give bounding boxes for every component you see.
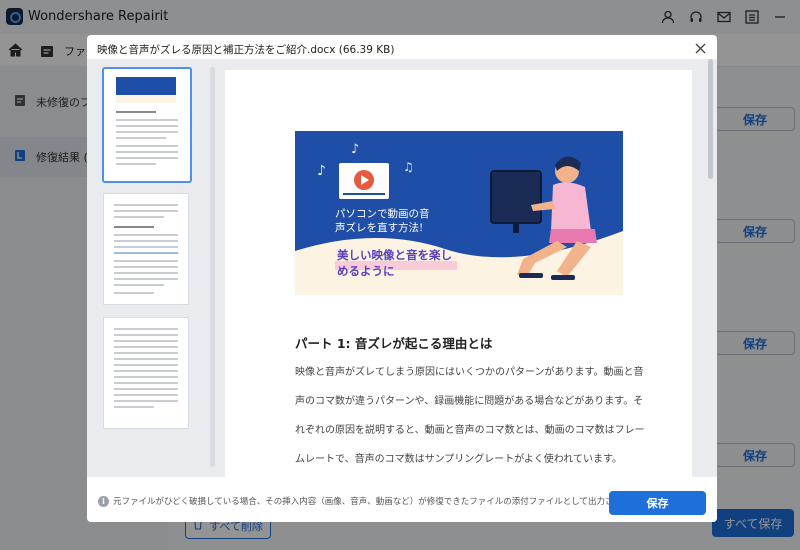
document-paragraph: 映像と音声がズレてしまう原因にはいくつかのパターンがあります。動画と音 声のコマ…: [295, 358, 645, 474]
page-thumbnail[interactable]: [103, 193, 189, 305]
thumbnail-list[interactable]: [97, 67, 215, 473]
close-icon[interactable]: [691, 39, 709, 57]
page-thumbnail[interactable]: [102, 67, 192, 183]
document-page: ♪ ♪ ♫ パソコンで動画の音 声ズレを直す方法! 美しい映像と音を楽し めるよ…: [225, 70, 692, 477]
banner-line-4: めるように: [337, 264, 395, 278]
save-button[interactable]: 保存: [609, 491, 706, 515]
banner-line-3: 美しい映像と音を楽し: [337, 248, 452, 262]
banner-line-1: パソコンで動画の音: [335, 207, 430, 220]
footer-note: 元ファイルがひどく破損している場合、その挿入内容（画像、音声、動画など）が修復で…: [113, 497, 647, 507]
banner-line-2: 声ズレを直す方法!: [335, 221, 423, 234]
dialog-title: 映像と音声がズレる原因と補正方法をご紹介.docx (66.39 KB): [97, 44, 395, 56]
thumbnail-scrollbar[interactable]: [210, 67, 215, 467]
paragraph-line: れぞれの原因を説明すると、動画と音声のコマ数とは、動画のコマ数はフレー: [295, 425, 645, 436]
info-icon: i: [98, 496, 109, 507]
paragraph-line: 声のコマ数が違うパターンや、録画機能に問題がある場合などがあります。そ: [295, 396, 644, 407]
preview-dialog: 映像と音声がズレる原因と補正方法をご紹介.docx (66.39 KB) ♪ ♪…: [87, 35, 717, 522]
paragraph-line: ムレートで、音声のコマ数はサンプリングレートがよく使われています。: [295, 454, 622, 465]
svg-text:♪: ♪: [351, 142, 359, 157]
preview-body: ♪ ♪ ♫ パソコンで動画の音 声ズレを直す方法! 美しい映像と音を楽し めるよ…: [87, 59, 717, 477]
page-thumbnail[interactable]: [103, 317, 189, 429]
svg-text:♫: ♫: [403, 160, 414, 174]
preview-scrollbar[interactable]: [708, 59, 713, 179]
paragraph-line: 映像と音声がズレてしまう原因にはいくつかのパターンがあります。動画と音: [295, 367, 644, 378]
article-banner: ♪ ♪ ♫ パソコンで動画の音 声ズレを直す方法! 美しい映像と音を楽し めるよ…: [295, 131, 623, 295]
document-heading: パート 1: 音ズレが起こる理由とは: [295, 336, 493, 351]
svg-text:♪: ♪: [317, 163, 326, 179]
